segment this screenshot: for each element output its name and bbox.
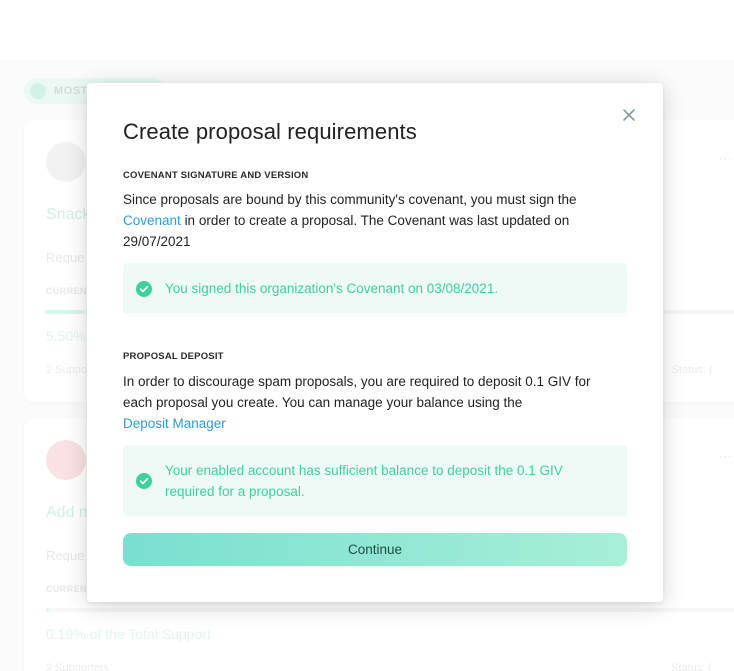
covenant-text-before: Since proposals are bound by this commun… [123,192,577,207]
covenant-signed-notice: You signed this organization's Covenant … [123,263,627,314]
create-proposal-requirements-modal: Create proposal requirements COVENANT SI… [87,83,663,602]
close-icon [623,109,635,121]
continue-button[interactable]: Continue [123,533,627,566]
deposit-notice-text: Your enabled account has sufficient bala… [165,462,563,499]
covenant-text-after: in order to create a proposal. The Coven… [123,213,570,249]
covenant-notice-text: You signed this organization's Covenant … [165,281,499,296]
check-circle-icon [136,280,152,297]
covenant-section-heading: COVENANT SIGNATURE AND VERSION [123,170,309,181]
close-button[interactable] [619,105,639,125]
deposit-section-heading: PROPOSAL DEPOSIT [123,351,224,362]
deposit-description: In order to discourage spam proposals, y… [123,371,623,434]
modal-title: Create proposal requirements [123,119,417,144]
covenant-link[interactable]: Covenant [123,213,181,228]
deposit-balance-notice: Your enabled account has sufficient bala… [123,445,627,516]
deposit-manager-link[interactable]: Deposit Manager [123,416,226,431]
deposit-text: In order to discourage spam proposals, y… [123,374,591,410]
check-circle-icon [136,472,152,489]
covenant-description: Since proposals are bound by this commun… [123,189,623,252]
